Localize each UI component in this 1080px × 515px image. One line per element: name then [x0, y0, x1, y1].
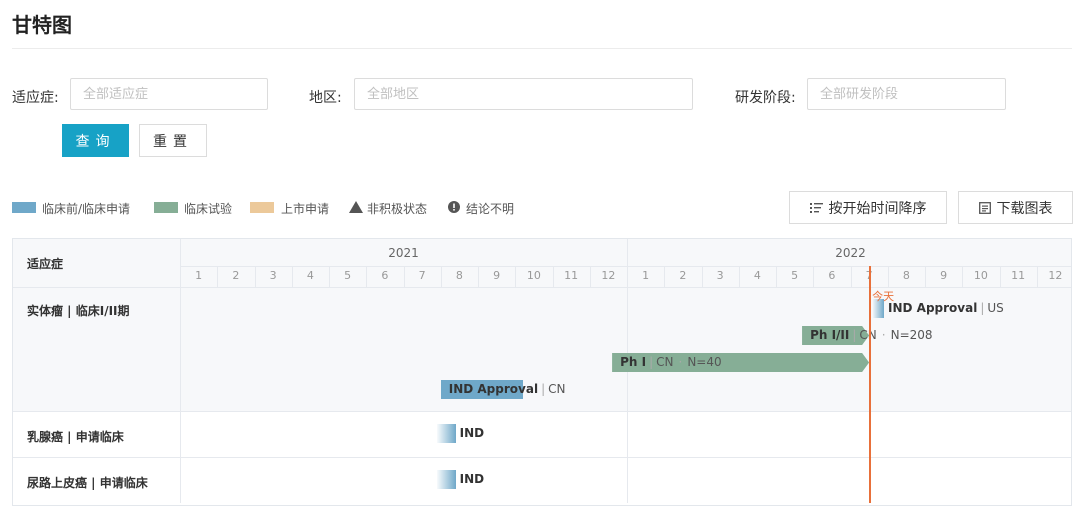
- month-label: 10: [973, 269, 988, 282]
- month-label: 3: [716, 269, 724, 282]
- stage-select[interactable]: [807, 78, 1006, 110]
- month-tick: [329, 266, 330, 287]
- gantt-bar-label: IND: [459, 426, 485, 440]
- month-label: 2: [232, 269, 240, 282]
- month-label: 12: [601, 269, 616, 282]
- month-tick: [850, 266, 852, 287]
- indication-select[interactable]: [70, 78, 268, 110]
- month-tick: [1036, 266, 1038, 287]
- month-tick: [366, 266, 368, 287]
- gantt-bar-label: IND: [459, 472, 485, 486]
- month-tick: [813, 266, 815, 287]
- month-label: 9: [940, 269, 948, 282]
- month-tick: [776, 266, 777, 287]
- month-label: 1: [195, 269, 203, 282]
- region-label: 地区:: [309, 90, 342, 106]
- month-tick: [925, 266, 926, 287]
- title-divider: [12, 48, 1072, 49]
- month-tick: [403, 266, 405, 287]
- download-label: 下载图表: [996, 200, 1053, 217]
- month-label: 10: [526, 269, 541, 282]
- header-bottom-divider: [13, 287, 1071, 288]
- month-label: 9: [493, 269, 501, 282]
- header-divider: [180, 266, 1071, 267]
- month-tick: [999, 266, 1001, 287]
- month-tick: [962, 266, 964, 287]
- month-label: 6: [828, 269, 836, 282]
- month-label: 1: [642, 269, 650, 282]
- download-chart-button[interactable]: 下载图表: [958, 191, 1073, 224]
- month-tick: [664, 266, 666, 287]
- row-label: 乳腺癌 | 申请临床: [27, 430, 124, 444]
- month-label: 12: [1048, 269, 1063, 282]
- reset-button[interactable]: 重置: [139, 124, 207, 157]
- exclamation-circle-icon: [448, 201, 460, 213]
- month-tick: [552, 266, 554, 287]
- today-label: 今天: [872, 290, 895, 303]
- month-label: 3: [269, 269, 277, 282]
- gantt-bar-label: IND Approval | CN: [448, 382, 566, 396]
- month-tick: [291, 266, 293, 287]
- month-tick: [440, 266, 442, 287]
- document-icon: [978, 201, 991, 214]
- month-label: 7: [418, 269, 426, 282]
- year-label: 2022: [835, 246, 866, 260]
- month-label: 5: [344, 269, 352, 282]
- gantt-bar[interactable]: [437, 470, 456, 489]
- month-label: 11: [1011, 269, 1026, 282]
- stage-label: 研发阶段:: [735, 90, 796, 106]
- legend-label-inactive: 非积极状态: [367, 202, 428, 216]
- legend-swatch-clinical: [154, 202, 178, 213]
- month-tick: [738, 266, 740, 287]
- month-label: 2: [679, 269, 687, 282]
- row-divider: [13, 411, 1071, 412]
- gantt-chart: 适应症2021202212345678910111212345678910111…: [12, 238, 1072, 506]
- page-title: 甘特图: [12, 13, 72, 37]
- sort-icon: [809, 202, 823, 213]
- row-divider: [13, 457, 1071, 458]
- month-tick: [254, 266, 256, 287]
- legend-label-market: 上市申请: [281, 202, 330, 216]
- query-button[interactable]: 查询: [62, 124, 129, 157]
- sort-label: 按开始时间降序: [828, 200, 927, 217]
- legend-label-clinical: 临床试验: [184, 202, 233, 216]
- legend-label-preclinical: 临床前/临床申请: [42, 202, 131, 216]
- legend-label-unclear: 结论不明: [466, 202, 515, 216]
- gantt-bar-label: Ph I/II | CN · N=208: [810, 328, 933, 342]
- legend-swatch-market: [250, 202, 274, 213]
- month-tick: [217, 266, 219, 287]
- gantt-bar-label: Ph I | CN · N=40: [620, 355, 722, 369]
- month-label: 8: [902, 269, 910, 282]
- sort-button[interactable]: 按开始时间降序: [789, 191, 947, 224]
- row-label: 尿路上皮癌 | 申请临床: [27, 476, 148, 490]
- month-label: 4: [753, 269, 761, 282]
- month-label: 11: [564, 269, 579, 282]
- indication-label: 适应症:: [12, 90, 59, 106]
- gantt-bar-label: IND Approval | US: [888, 301, 1004, 315]
- gantt-header-label: 适应症: [27, 257, 64, 271]
- gantt-bar[interactable]: [437, 424, 456, 443]
- month-tick: [478, 266, 479, 287]
- month-label: 5: [791, 269, 799, 282]
- row-label: 实体瘤 | 临床I/II期: [27, 304, 130, 318]
- today-line: [869, 266, 871, 503]
- month-label: 6: [381, 269, 389, 282]
- month-label: 4: [306, 269, 314, 282]
- region-select[interactable]: [354, 78, 693, 110]
- year-label: 2021: [388, 246, 419, 260]
- legend-swatch-preclinical: [12, 202, 36, 213]
- month-label: 8: [455, 269, 463, 282]
- month-tick: [701, 266, 703, 287]
- triangle-icon: [349, 201, 363, 213]
- month-tick: [589, 266, 591, 287]
- month-tick: [887, 266, 889, 287]
- month-tick: [515, 266, 517, 287]
